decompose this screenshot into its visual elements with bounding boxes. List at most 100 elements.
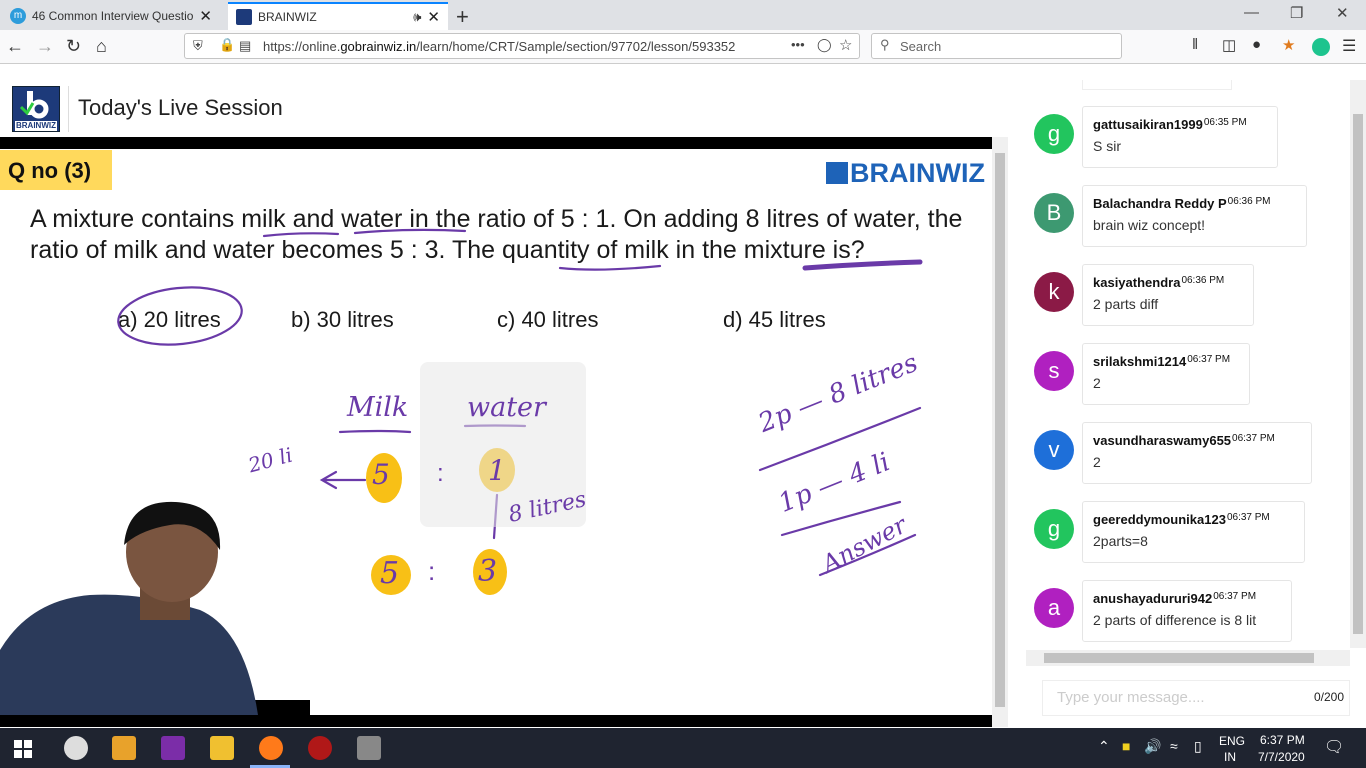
- metamask-icon[interactable]: ★: [1282, 36, 1295, 54]
- username: geereddymounika123: [1093, 512, 1226, 527]
- message-text: 2: [1093, 454, 1101, 470]
- firefox-icon[interactable]: [259, 736, 283, 760]
- search-placeholder: Search: [900, 38, 942, 54]
- restore-button[interactable]: ❐: [1290, 4, 1303, 22]
- new-tab-button[interactable]: +: [456, 4, 469, 30]
- timestamp: 06:36 PM: [1181, 275, 1225, 286]
- hw-5b: 5: [380, 556, 400, 591]
- windows-start-icon[interactable]: [14, 740, 32, 758]
- timestamp: 06:36 PM: [1227, 196, 1271, 207]
- page-actions-button[interactable]: •••: [791, 37, 805, 52]
- circle-answer: [117, 286, 243, 346]
- notifications-icon[interactable]: 🗨: [1324, 737, 1344, 757]
- home-icon[interactable]: ⌂: [96, 36, 107, 57]
- chat-horizontal-scrollbar[interactable]: [1026, 650, 1350, 666]
- tray-chevron-icon[interactable]: ⌃: [1098, 738, 1110, 755]
- brainwiz-logo-icon: [19, 91, 49, 119]
- brainwiz-favicon-icon: [236, 9, 252, 25]
- timestamp: 06:37 PM: [1226, 512, 1270, 523]
- taskbar: ⌃ ■ 🔊 ≈ ▯ ENG IN 6:37 PM 7/7/2020 🗨: [0, 728, 1366, 768]
- onenote-icon[interactable]: [161, 736, 185, 760]
- page-title: Today's Live Session: [78, 95, 283, 120]
- sidebar-icon[interactable]: ◫: [1222, 36, 1236, 54]
- timestamp: 06:37 PM: [1213, 591, 1257, 602]
- account-icon[interactable]: ●: [1252, 36, 1261, 53]
- hw-milk: Milk: [347, 392, 409, 423]
- partial-message: [1082, 80, 1232, 90]
- chat-message: a anushayadururi94206:37 PM 2 parts of d…: [1026, 580, 1346, 658]
- close-tab-icon[interactable]: ✕: [427, 8, 440, 26]
- shield-icon[interactable]: ⛨: [193, 38, 203, 54]
- header-divider: [68, 86, 69, 132]
- chat-scrollbar[interactable]: [1350, 80, 1366, 648]
- minimize-button[interactable]: —: [1244, 4, 1259, 21]
- menu-icon[interactable]: ☰: [1342, 36, 1356, 56]
- message-text: 2parts=8: [1093, 533, 1148, 549]
- pocket-icon[interactable]: ◯: [817, 37, 832, 53]
- store-icon[interactable]: [112, 736, 136, 760]
- nav-bar: ← → ↻ ⌂ ⛨ 🔒 ▤ https://online.gobrainwiz.…: [0, 30, 1366, 64]
- chat-message: k kasiyathendra06:36 PM 2 parts diff: [1026, 264, 1346, 342]
- avatar: g: [1034, 509, 1074, 549]
- tab-brainwiz[interactable]: BRAINWIZ 🕪 ✕: [228, 2, 448, 30]
- page-info-icon[interactable]: ▤: [239, 38, 251, 54]
- message-bubble: srilakshmi121406:37 PM 2: [1082, 343, 1250, 405]
- chat-message: g geereddymounika12306:37 PM 2parts=8: [1026, 501, 1346, 579]
- username: Balachandra Reddy P: [1093, 196, 1227, 211]
- username: anushayadururi942: [1093, 591, 1213, 606]
- close-window-button[interactable]: ✕: [1336, 4, 1349, 22]
- avatar: B: [1034, 193, 1074, 233]
- video-scrollbar[interactable]: [992, 137, 1008, 727]
- file-explorer-icon[interactable]: [210, 736, 234, 760]
- app-icon[interactable]: [308, 736, 332, 760]
- search-icon: ⚲: [880, 37, 890, 52]
- brainwiz-logo[interactable]: BRAINWIZ: [12, 86, 60, 132]
- username: gattusaikiran1999: [1093, 117, 1203, 132]
- chrome-icon[interactable]: [64, 736, 88, 760]
- battery-icon[interactable]: ▯: [1194, 738, 1202, 755]
- message-bubble: vasundharaswamy65506:37 PM 2: [1082, 422, 1312, 484]
- bookmark-star-icon[interactable]: ☆: [839, 36, 852, 54]
- timestamp: 06:35 PM: [1203, 117, 1247, 128]
- hw-3: 3: [478, 554, 498, 589]
- message-bubble: Balachandra Reddy P06:36 PM brain wiz co…: [1082, 185, 1307, 247]
- url-bar[interactable]: ⛨ 🔒 ▤ https://online.gobrainwiz.in/learn…: [184, 33, 860, 59]
- search-box[interactable]: ⚲ Search: [871, 33, 1122, 59]
- chat-hscroll-thumb[interactable]: [1044, 653, 1314, 663]
- avatar: v: [1034, 430, 1074, 470]
- hw-5a: 5: [372, 458, 390, 491]
- avatar: g: [1034, 114, 1074, 154]
- arrow-left: [319, 470, 367, 490]
- scrollbar-thumb[interactable]: [995, 153, 1005, 707]
- tray-app-icon[interactable]: ■: [1122, 738, 1130, 754]
- hw-colon-2: :: [428, 556, 436, 586]
- volume-icon[interactable]: 🔊: [1144, 738, 1161, 755]
- forward-icon[interactable]: →: [36, 36, 54, 57]
- library-icon[interactable]: ‖: [1192, 36, 1198, 53]
- message-text: S sir: [1093, 138, 1121, 154]
- tab-title: 46 Common Interview Questior: [32, 9, 194, 23]
- message-bubble: geereddymounika12306:37 PM 2parts=8: [1082, 501, 1305, 563]
- lock-icon[interactable]: 🔒: [219, 37, 235, 53]
- chat-scrollbar-thumb[interactable]: [1353, 114, 1363, 634]
- speaker-icon[interactable]: 🕪: [413, 9, 421, 25]
- message-bubble: anushayadururi94206:37 PM 2 parts of dif…: [1082, 580, 1292, 642]
- message-bubble: gattusaikiran199906:35 PM S sir: [1082, 106, 1278, 168]
- tab-interview-questions[interactable]: m 46 Common Interview Questior ✕: [2, 2, 220, 30]
- wifi-icon[interactable]: ≈: [1170, 738, 1178, 754]
- tab-title: BRAINWIZ: [258, 10, 317, 24]
- clock-date[interactable]: 7/7/2020: [1258, 750, 1305, 764]
- char-counter: 0/200: [1314, 690, 1345, 704]
- avatar: k: [1034, 272, 1074, 312]
- back-icon[interactable]: ←: [6, 36, 24, 57]
- language-indicator[interactable]: ENG: [1219, 734, 1245, 748]
- close-tab-icon[interactable]: ✕: [199, 7, 212, 25]
- message-input[interactable]: Type your message....: [1042, 680, 1350, 716]
- chat-message: v vasundharaswamy65506:37 PM 2: [1026, 422, 1346, 500]
- reload-icon[interactable]: ↻: [66, 36, 81, 57]
- calculator-icon[interactable]: [357, 736, 381, 760]
- clock-time[interactable]: 6:37 PM: [1260, 733, 1305, 747]
- username: srilakshmi1214: [1093, 354, 1187, 369]
- grammarly-icon[interactable]: [1312, 38, 1330, 56]
- avatar: a: [1034, 588, 1074, 628]
